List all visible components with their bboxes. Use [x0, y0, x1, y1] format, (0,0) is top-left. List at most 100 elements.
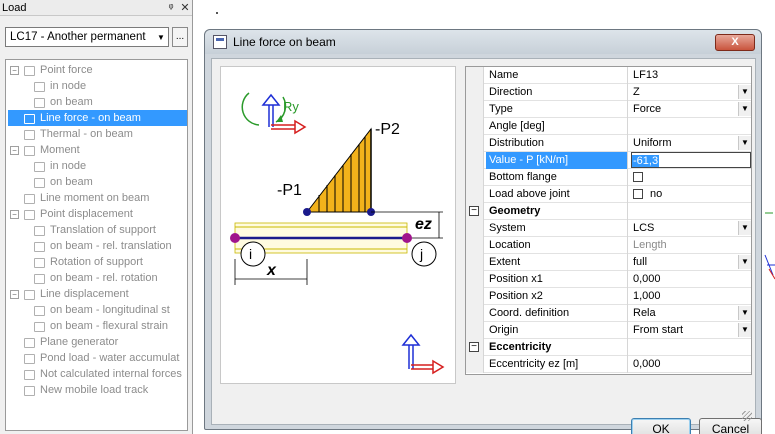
property-value[interactable]	[630, 118, 751, 135]
load-shape	[303, 127, 375, 216]
ok-button[interactable]: OK	[631, 418, 691, 434]
property-row-type[interactable]: Type Force ▼	[466, 101, 751, 118]
tree-item-on-beam-rel-translation[interactable]: on beam - rel. translation	[32, 238, 172, 254]
tree-expander-icon[interactable]: −	[10, 289, 19, 299]
property-value[interactable]: Rela ▼	[630, 305, 751, 322]
load-type-icon	[32, 80, 46, 92]
tree-item-thermal-on-beam[interactable]: Thermal - on beam	[10, 126, 133, 142]
chevron-down-icon[interactable]: ▼	[738, 136, 751, 150]
cancel-button[interactable]: Cancel	[699, 418, 762, 434]
load-type-icon	[32, 176, 46, 188]
property-row-bottom-flange[interactable]: Bottom flange	[466, 169, 751, 186]
property-value[interactable]: 0,000	[630, 271, 751, 288]
chevron-down-icon[interactable]: ▼	[738, 323, 751, 337]
property-name: Load above joint	[486, 186, 628, 203]
property-row-load-above-joint[interactable]: Load above joint no	[466, 186, 751, 203]
resize-grip-icon[interactable]	[742, 411, 752, 421]
property-row-geometry[interactable]: − Geometry	[466, 203, 751, 220]
property-value[interactable]: full ▼	[630, 254, 751, 271]
tree-item-moment[interactable]: − Moment	[10, 142, 80, 158]
tree-expander-icon[interactable]: −	[10, 65, 19, 75]
chevron-down-icon[interactable]: ▼	[738, 102, 751, 116]
chevron-down-icon[interactable]: ▼	[738, 306, 751, 320]
property-value[interactable]: Force ▼	[630, 101, 751, 118]
property-row-angle-deg[interactable]: Angle [deg]	[466, 118, 751, 135]
tree-item-on-beam[interactable]: on beam	[32, 94, 93, 110]
load-type-icon	[22, 336, 36, 348]
property-row-extent[interactable]: Extent full ▼	[466, 254, 751, 271]
property-value[interactable]	[630, 169, 751, 186]
property-row-system[interactable]: System LCS ▼	[466, 220, 751, 237]
property-value[interactable]: Uniform ▼	[630, 135, 751, 152]
tree-item-plane-generator[interactable]: Plane generator	[10, 334, 118, 350]
property-grid: Name LF13 Direction Z ▼ Type Force ▼ Angle [deg]…	[465, 66, 752, 375]
tree-expander-icon[interactable]: −	[10, 145, 19, 155]
property-row-location[interactable]: Location Length	[466, 237, 751, 254]
property-row-name[interactable]: Name LF13	[466, 67, 751, 84]
tree-item-on-beam-rel-rotation[interactable]: on beam - rel. rotation	[32, 270, 158, 286]
property-value[interactable]: -61,3	[630, 152, 751, 169]
property-row-origin[interactable]: Origin From start ▼	[466, 322, 751, 339]
property-row-coord-definition[interactable]: Coord. definition Rela ▼	[466, 305, 751, 322]
property-gutter: −	[466, 203, 484, 220]
chevron-down-icon[interactable]: ▼	[738, 85, 751, 99]
property-name: Geometry	[486, 203, 628, 220]
dialog-close-button[interactable]: X	[715, 33, 755, 51]
property-name: Position x1	[486, 271, 628, 288]
property-value[interactable]: 0,000	[630, 356, 751, 373]
load-case-select[interactable]: LC17 - Another permanent ▼	[5, 27, 169, 47]
chevron-down-icon[interactable]: ▼	[738, 221, 751, 235]
value-p-input[interactable]: -61,3	[631, 152, 751, 168]
property-value[interactable]: From start ▼	[630, 322, 751, 339]
tree-item-line-force-on-beam[interactable]: Line force - on beam	[8, 110, 187, 126]
tree-item-label: on beam	[50, 96, 93, 108]
property-value[interactable]: no	[630, 186, 751, 203]
property-name: System	[486, 220, 628, 237]
property-row-position-x1[interactable]: Position x1 0,000	[466, 271, 751, 288]
property-gutter	[466, 220, 484, 237]
tree-item-translation-of-support[interactable]: Translation of support	[32, 222, 156, 238]
property-gutter	[466, 118, 484, 135]
checkbox[interactable]	[633, 189, 643, 199]
tree-item-point-displacement[interactable]: − Point displacement	[10, 206, 133, 222]
close-icon[interactable]: ✕	[178, 1, 192, 14]
load-type-icon	[32, 240, 46, 252]
property-value[interactable]: 1,000	[630, 288, 751, 305]
property-row-eccentricity[interactable]: − Eccentricity	[466, 339, 751, 356]
property-value[interactable]: Z ▼	[630, 84, 751, 101]
property-gutter	[466, 84, 484, 101]
property-name: Position x2	[486, 288, 628, 305]
property-value[interactable]: LF13	[630, 67, 751, 84]
property-name: Origin	[486, 322, 628, 339]
tree-item-on-beam-flexural-strain[interactable]: on beam - flexural strain	[32, 318, 168, 334]
chevron-down-icon[interactable]: ▼	[738, 255, 751, 269]
checkbox[interactable]	[633, 172, 643, 182]
tree-item-new-mobile-load-track[interactable]: New mobile load track	[10, 382, 148, 398]
collapse-icon[interactable]: −	[469, 342, 479, 352]
tree-item-rotation-of-support[interactable]: Rotation of support	[32, 254, 143, 270]
line-force-dialog: Line force on beam X Ry -P2 -P1 ez i j x…	[204, 29, 762, 434]
tree-item-not-calculated-internal-forces[interactable]: Not calculated internal forces	[10, 366, 182, 382]
tree-item-line-displacement[interactable]: − Line displacement	[10, 286, 129, 302]
property-row-distribution[interactable]: Distribution Uniform ▼	[466, 135, 751, 152]
property-row-direction[interactable]: Direction Z ▼	[466, 84, 751, 101]
tree-item-line-moment-on-beam[interactable]: Line moment on beam	[10, 190, 149, 206]
tree-item-point-force[interactable]: − Point force	[10, 62, 93, 78]
dialog-titlebar[interactable]: Line force on beam X	[205, 30, 761, 54]
pin-icon[interactable]: ᵠ	[164, 2, 178, 14]
tree-item-pond-load-water-accumulat[interactable]: Pond load - water accumulat	[10, 350, 179, 366]
tree-item-in-node[interactable]: in node	[32, 158, 86, 174]
tree-item-on-beam[interactable]: on beam	[32, 174, 93, 190]
tree-item-on-beam-longitudinal-st[interactable]: on beam - longitudinal st	[32, 302, 170, 318]
tree-item-in-node[interactable]: in node	[32, 78, 86, 94]
load-type-icon	[22, 192, 36, 204]
load-case-more-button[interactable]: ...	[172, 27, 188, 47]
property-value[interactable]: LCS ▼	[630, 220, 751, 237]
property-row-eccentricity-ez-m[interactable]: Eccentricity ez [m] 0,000	[466, 356, 751, 373]
collapse-icon[interactable]: −	[469, 206, 479, 216]
tree-item-label: Point displacement	[40, 208, 133, 220]
property-row-position-x2[interactable]: Position x2 1,000	[466, 288, 751, 305]
tree-expander-icon[interactable]: −	[10, 209, 19, 219]
property-name: Type	[486, 101, 628, 118]
property-row-value-p-kn-m[interactable]: Value - P [kN/m] -61,3	[466, 152, 751, 169]
